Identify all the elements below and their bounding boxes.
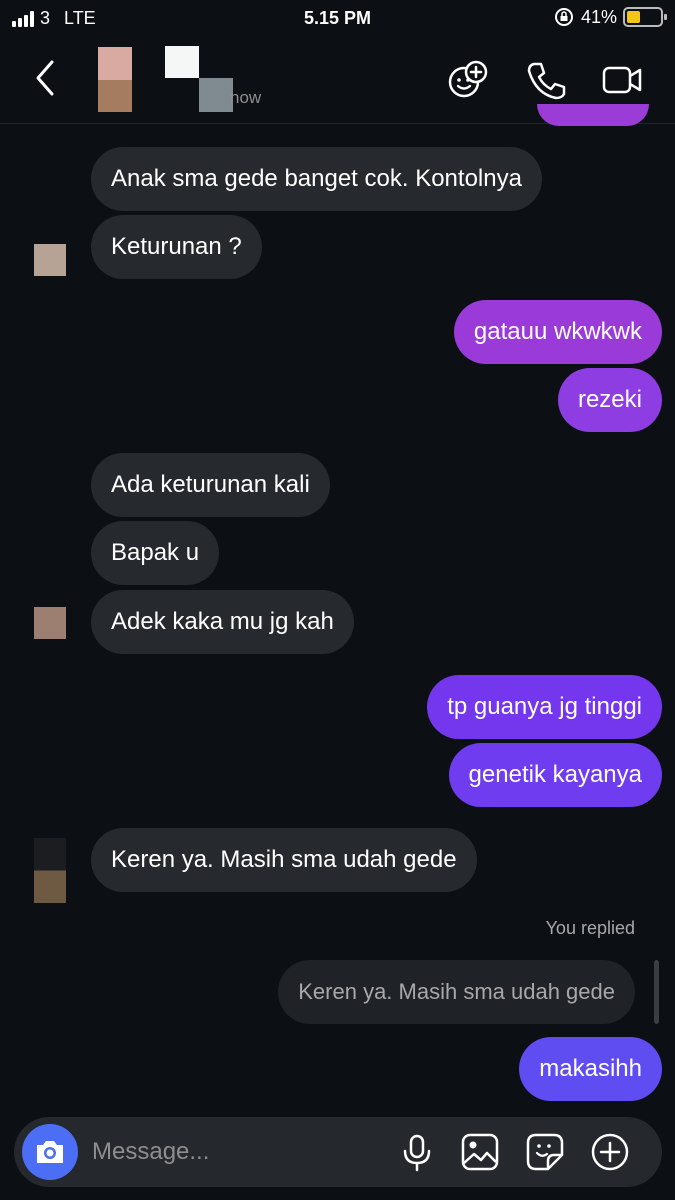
status-right: 41% [553, 6, 667, 28]
video-icon[interactable] [600, 58, 644, 102]
plus-icon[interactable] [589, 1131, 631, 1173]
contact-name-redacted[interactable] [165, 46, 237, 112]
avatar[interactable] [98, 47, 132, 112]
message-outgoing[interactable]: tp guanya jg tinggi [427, 675, 662, 739]
reply-indicator [654, 960, 659, 1024]
message-incoming[interactable]: Bapak u [91, 521, 220, 585]
phone-icon[interactable] [524, 58, 568, 102]
message-incoming[interactable]: Keren ya. Masih sma udah gede [91, 828, 477, 892]
message-incoming[interactable]: Anak sma gede banget cok. Kontolnya [91, 147, 542, 211]
message-composer [14, 1117, 662, 1187]
replied-message-quote[interactable]: Keren ya. Masih sma udah gede [278, 960, 635, 1024]
message-incoming[interactable]: Adek kaka mu jg kah [91, 590, 354, 654]
message-incoming[interactable]: Keturunan ? [91, 215, 262, 279]
message-outgoing[interactable]: genetik kayanya [448, 743, 662, 807]
sender-avatar[interactable] [34, 607, 66, 639]
previous-message-bubble[interactable] [537, 104, 649, 126]
status-bar: 3 LTE 5.15 PM 41% [0, 0, 675, 36]
message-input[interactable] [92, 1129, 382, 1175]
back-icon[interactable] [30, 56, 60, 100]
message-outgoing[interactable]: rezeki [557, 368, 662, 432]
battery-icon [623, 7, 667, 27]
add-people-icon[interactable] [446, 58, 490, 102]
microphone-icon[interactable] [396, 1131, 438, 1173]
message-outgoing[interactable]: gatauu wkwkwk [453, 300, 662, 364]
you-replied-label: You replied [545, 918, 635, 938]
sender-avatar[interactable] [34, 244, 66, 276]
camera-icon [37, 1141, 63, 1163]
gallery-icon[interactable] [459, 1131, 501, 1173]
orientation-lock-icon [554, 8, 573, 26]
message-outgoing[interactable]: makasihh [519, 1037, 662, 1101]
message-incoming[interactable]: Ada keturunan kali [91, 453, 330, 517]
sticker-icon[interactable] [524, 1131, 566, 1173]
battery-percent: 41% [580, 6, 617, 27]
battery-fill [627, 11, 641, 23]
sender-avatar[interactable] [34, 838, 66, 903]
camera-button[interactable] [22, 1124, 78, 1180]
active-status: now [230, 88, 262, 107]
